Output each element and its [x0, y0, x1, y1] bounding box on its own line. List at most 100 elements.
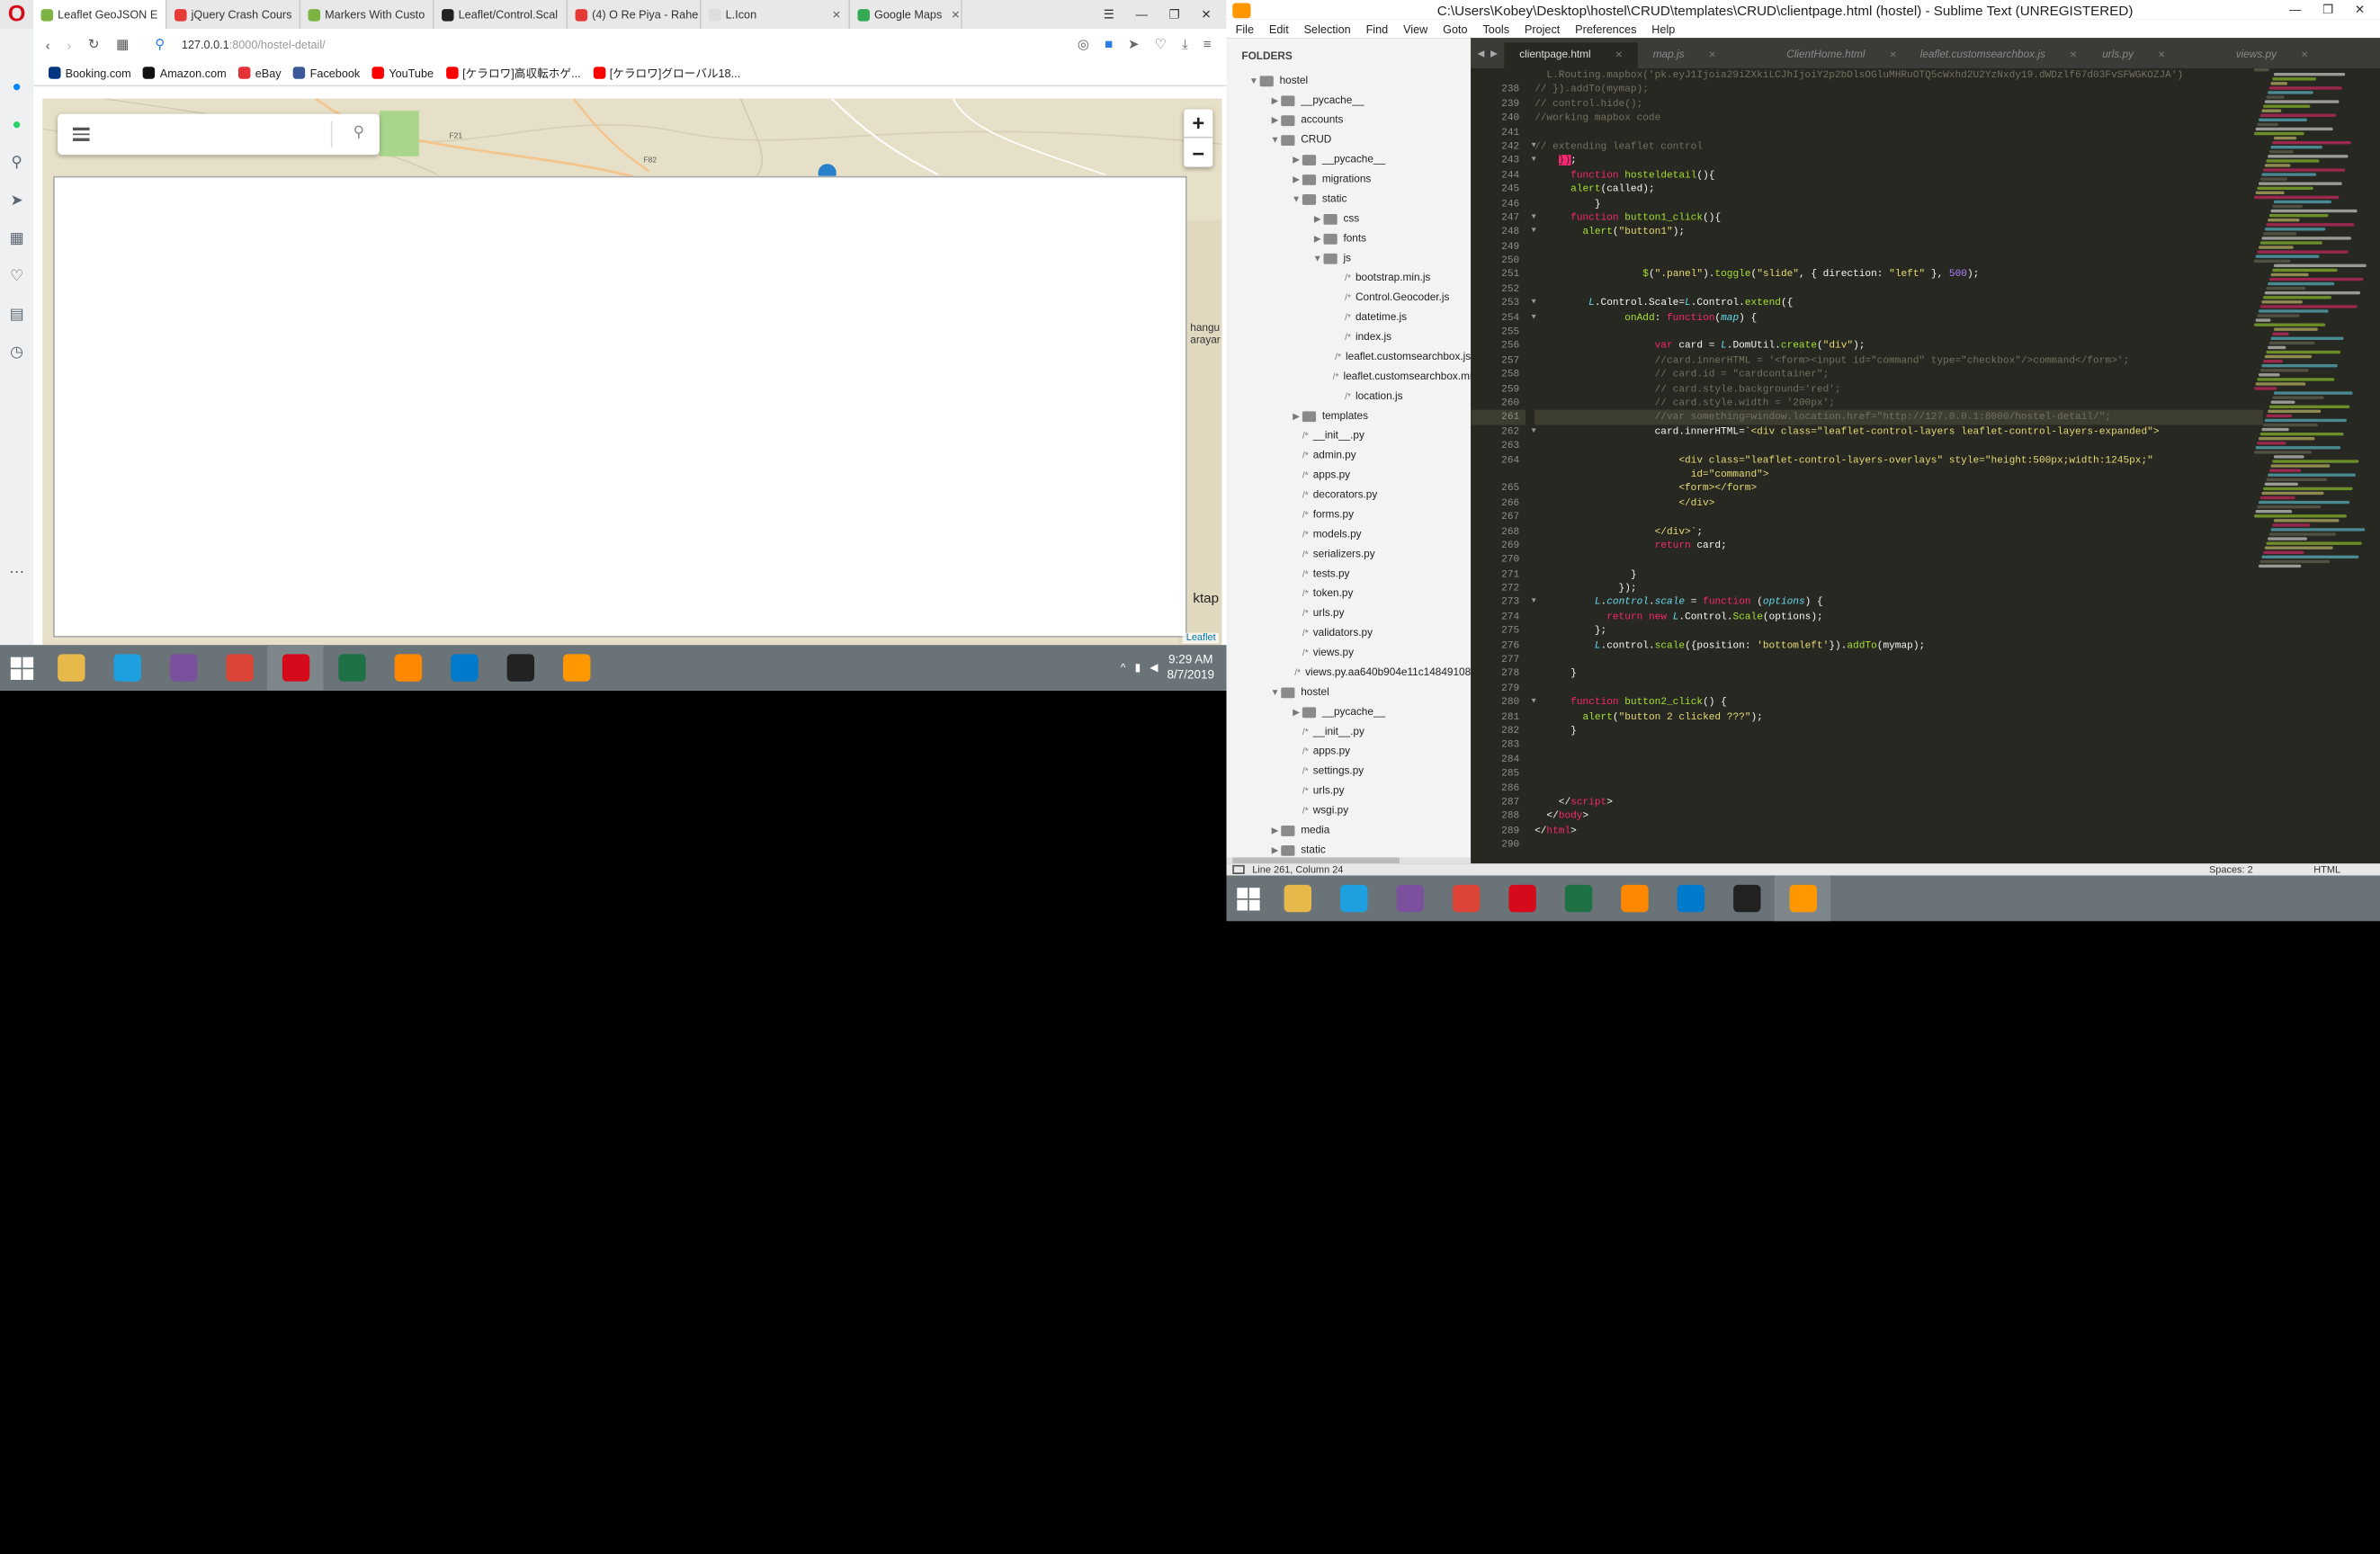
tree-file[interactable]: /*models.py	[1227, 525, 1472, 545]
menu-item[interactable]: Help	[1651, 22, 1675, 35]
taskbar-excel-icon[interactable]	[323, 645, 379, 691]
minimize-icon[interactable]: —	[1135, 7, 1148, 21]
messenger-icon[interactable]: ●	[8, 79, 25, 96]
taskbar-viber-icon[interactable]	[1382, 876, 1437, 922]
taskbar-opera-icon[interactable]	[1494, 876, 1550, 922]
tree-file[interactable]: /*apps.py	[1227, 466, 1472, 486]
reload-icon[interactable]: ↻	[88, 37, 100, 54]
tree-folder[interactable]: ▶__pycache__	[1227, 150, 1472, 170]
tree-file[interactable]: /*token.py	[1227, 585, 1472, 604]
vpn-icon[interactable]: ■	[1105, 37, 1113, 54]
tree-folder[interactable]: ▶fonts	[1227, 229, 1472, 249]
taskbar-internet-explorer-icon[interactable]	[99, 645, 155, 691]
tree-file[interactable]: /*admin.py	[1227, 446, 1472, 466]
menu-item[interactable]: Edit	[1269, 22, 1289, 35]
tree-folder[interactable]: ▼static	[1227, 190, 1472, 210]
hamburger-menu-icon[interactable]	[58, 128, 103, 140]
tree-file[interactable]: /*location.js	[1227, 387, 1472, 406]
bookmark-item[interactable]: Booking.com	[49, 66, 131, 79]
tab-close-icon[interactable]: ✕	[828, 8, 841, 21]
send-icon[interactable]: ➤	[1128, 37, 1140, 54]
taskbar-excel-icon[interactable]	[1550, 876, 1606, 922]
bookmark-item[interactable]: [ケラロワ]グローバル18...	[593, 65, 740, 82]
tree-folder[interactable]: ▶accounts	[1227, 111, 1472, 130]
tab-close-icon[interactable]: ✕	[2158, 50, 2165, 61]
bookmark-item[interactable]: YouTube	[372, 66, 434, 79]
tree-folder[interactable]: ▶__pycache__	[1227, 91, 1472, 111]
tab-menu-icon[interactable]: ☰	[1104, 7, 1114, 21]
menu-item[interactable]: Project	[1525, 22, 1560, 35]
volume-icon[interactable]: ◀	[1150, 662, 1158, 674]
taskbar-file-explorer-icon[interactable]	[42, 645, 98, 691]
tree-file[interactable]: /*leaflet.customsearchbox.js	[1227, 347, 1472, 367]
bookmark-item[interactable]: eBay	[238, 66, 281, 79]
news-icon[interactable]: ▤	[8, 307, 25, 324]
tray-chevron-icon[interactable]: ^	[1121, 663, 1126, 674]
browser-tab[interactable]: L.Icon✕	[702, 0, 850, 29]
tree-file[interactable]: /*decorators.py	[1227, 486, 1472, 505]
tab-nav[interactable]: ◀▶	[1471, 38, 1504, 68]
browser-tab[interactable]: Google Maps✕	[850, 0, 962, 29]
browser-tab[interactable]: Markers With Custo✕	[300, 0, 434, 29]
taskbar-vlc-icon[interactable]	[1606, 876, 1661, 922]
taskbar-chrome-icon[interactable]	[1437, 876, 1493, 922]
tree-folder[interactable]: ▼CRUD	[1227, 130, 1472, 150]
tab-close-icon[interactable]: ✕	[2301, 50, 2308, 61]
tree-file[interactable]: /*forms.py	[1227, 505, 1472, 525]
tab-close-icon[interactable]: ✕	[1890, 50, 1897, 61]
tree-file[interactable]: /*Control.Geocoder.js	[1227, 289, 1472, 308]
chevron-right-icon[interactable]: ▶	[1490, 48, 1498, 58]
tree-file[interactable]: /*tests.py	[1227, 565, 1472, 585]
taskbar-file-explorer-icon[interactable]	[1269, 876, 1325, 922]
tab-close-icon[interactable]: ✕	[1615, 50, 1623, 61]
bookmark-item[interactable]: Facebook	[293, 66, 360, 79]
location-icon[interactable]: ⚲	[155, 37, 165, 54]
minimap[interactable]	[2254, 68, 2368, 600]
indentation-setting[interactable]: Spaces: 2	[2209, 864, 2253, 875]
status-panel-icon[interactable]	[1232, 865, 1245, 874]
tab-close-icon[interactable]: ✕	[1708, 50, 1715, 61]
sidebar-scrollbar[interactable]	[1227, 857, 1472, 863]
menu-item[interactable]: File	[1236, 22, 1254, 35]
tree-folder[interactable]: ▼hostel	[1227, 683, 1472, 702]
minimize-icon[interactable]: —	[2289, 3, 2302, 16]
browser-tab[interactable]: Leaflet/Control.Scal✕	[434, 0, 568, 29]
url-field[interactable]: 127.0.0.1:8000/hostel-detail/	[182, 38, 326, 51]
opera-menu-icon[interactable]: O	[0, 0, 33, 29]
tree-file[interactable]: /*validators.py	[1227, 624, 1472, 644]
browser-tab[interactable]: jQuery Crash Cours✕	[167, 0, 301, 29]
taskbar-opera-icon[interactable]	[267, 645, 323, 691]
taskbar-sublime-icon[interactable]	[1775, 876, 1830, 922]
camera-icon[interactable]: ◎	[1078, 37, 1089, 54]
tree-folder[interactable]: ▶migrations	[1227, 170, 1472, 190]
taskbar-viber-icon[interactable]	[155, 645, 210, 691]
tree-folder[interactable]: ▶__pycache__	[1227, 702, 1472, 722]
menu-item[interactable]: View	[1403, 22, 1427, 35]
tree-file[interactable]: /*views.py.aa640b904e11c14849108	[1227, 663, 1472, 683]
forward-icon[interactable]: ›	[67, 37, 71, 52]
settings-icon[interactable]: ≡	[1203, 37, 1212, 54]
taskbar-terminal-icon[interactable]	[1718, 876, 1774, 922]
zoom-in-button[interactable]: +	[1184, 110, 1212, 138]
editor-tab[interactable]: views.py✕	[2221, 42, 2355, 68]
maximize-icon[interactable]: ❐	[1169, 7, 1180, 21]
tree-file[interactable]: /*index.js	[1227, 328, 1472, 348]
tree-file[interactable]: /*urls.py	[1227, 781, 1472, 801]
bookmark-item[interactable]: [ケラロワ]高収転ホゲ...	[446, 65, 581, 82]
menu-item[interactable]: Preferences	[1575, 22, 1636, 35]
menu-item[interactable]: Goto	[1443, 22, 1467, 35]
tree-file[interactable]: /*leaflet.customsearchbox.min.js	[1227, 367, 1472, 387]
start-button[interactable]	[1227, 876, 1269, 922]
tree-file[interactable]: /*__init__.py	[1227, 426, 1472, 446]
bookmark-item[interactable]: Amazon.com	[143, 66, 226, 79]
tree-folder[interactable]: ▼hostel	[1227, 71, 1472, 91]
menu-item[interactable]: Tools	[1482, 22, 1509, 35]
chevron-left-icon[interactable]: ◀	[1478, 48, 1485, 58]
send-icon[interactable]: ➤	[8, 192, 25, 210]
tree-file[interactable]: /*wsgi.py	[1227, 801, 1472, 821]
tab-close-icon[interactable]: ✕	[2070, 50, 2077, 61]
speed-dial-icon[interactable]: ▦	[8, 231, 25, 248]
whatsapp-icon[interactable]: ●	[8, 117, 25, 134]
search-icon[interactable]: ⚲	[353, 124, 364, 141]
taskbar-vscode-icon[interactable]	[435, 645, 491, 691]
